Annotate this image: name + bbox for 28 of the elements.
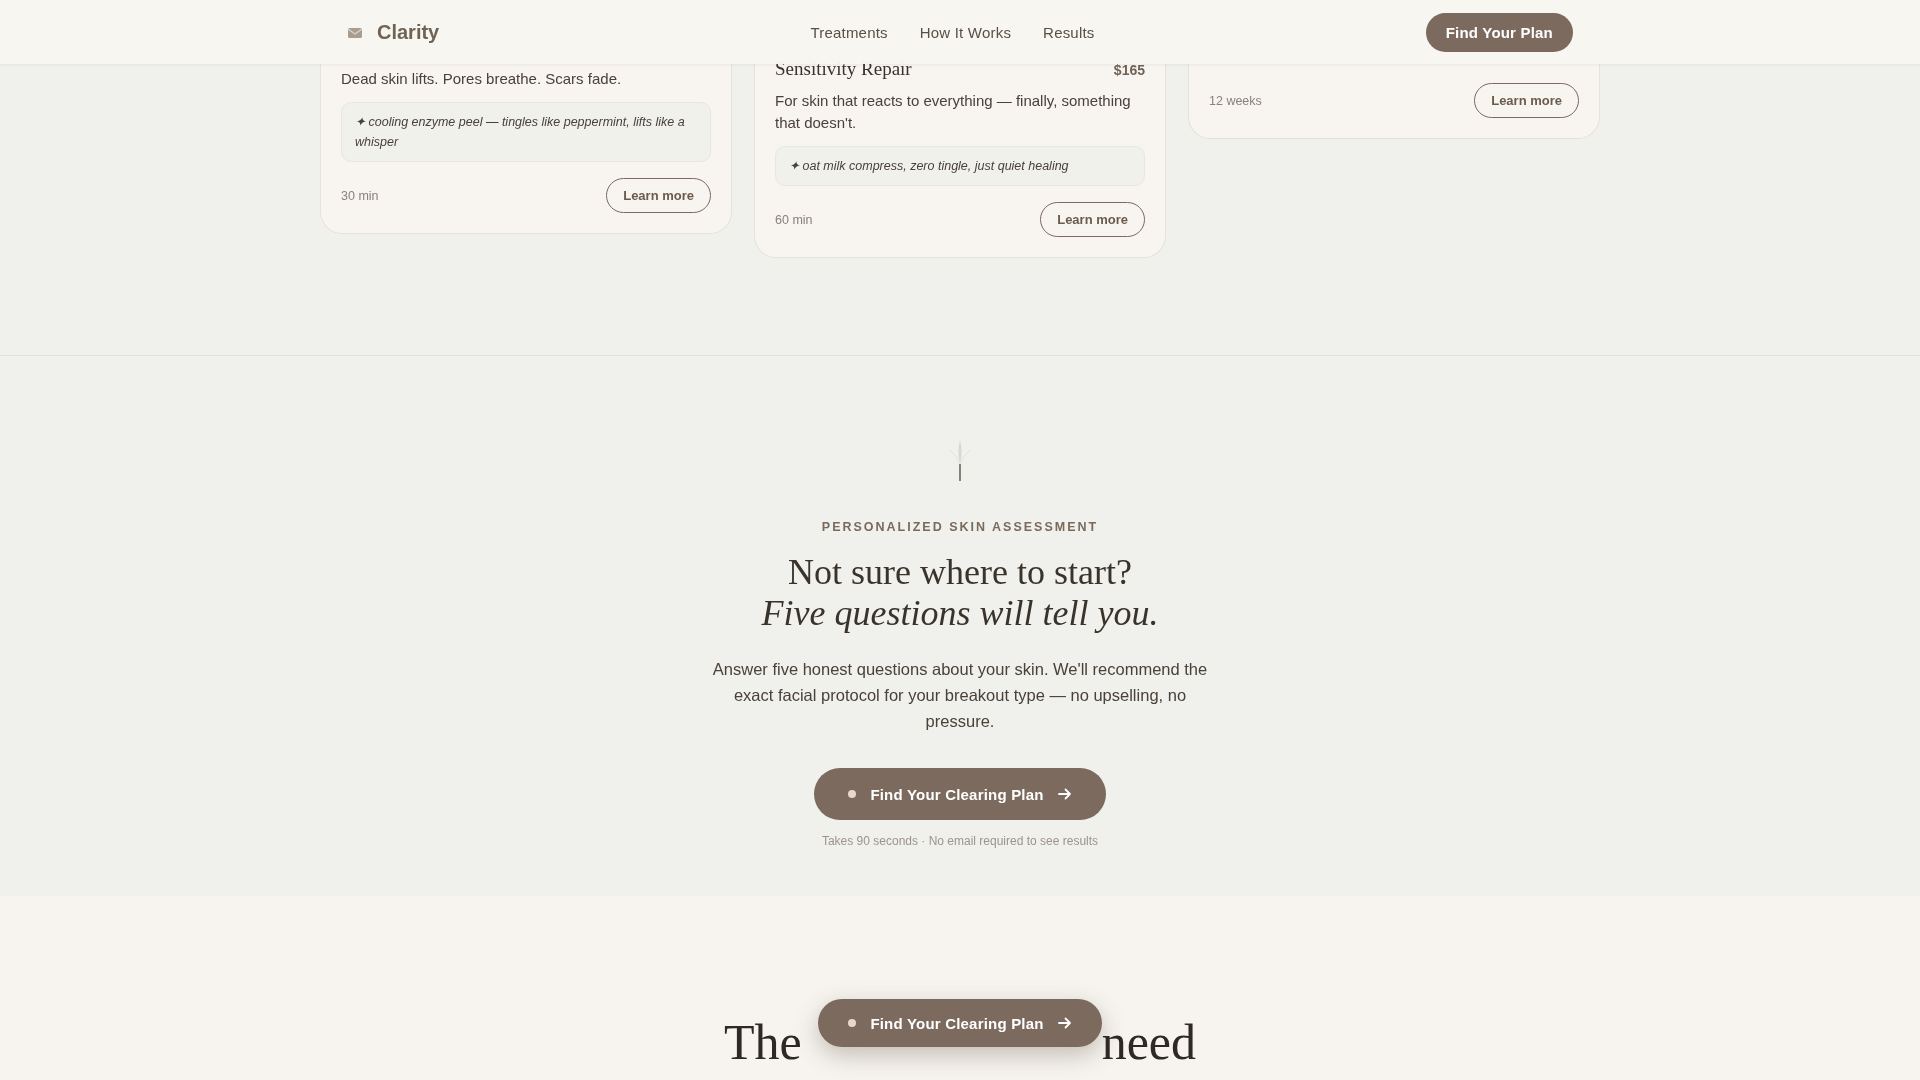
card-duration: 30 min bbox=[341, 188, 379, 203]
find-clearing-plan-button[interactable]: Find Your Clearing Plan bbox=[814, 768, 1106, 820]
footnote: Takes 90 seconds · No email required to see results bbox=[820, 834, 1100, 848]
section-heading: Five questions will tell you. bbox=[760, 593, 1160, 634]
section-heading: The bbox=[723, 1014, 802, 1070]
dot-icon bbox=[848, 790, 857, 798]
logo-text: Clarity bbox=[377, 20, 440, 44]
card-duration: 60 min bbox=[775, 212, 813, 227]
section-heading: need bbox=[1101, 1014, 1197, 1070]
section-eyebrow: PERSONALIZED SKIN ASSESSMENT bbox=[820, 520, 1100, 534]
card-note: ✦ cooling enzyme peel — tingles like peppermint, lifts like a whisper bbox=[341, 102, 711, 162]
section-description: Answer five honest questions about your skin. We'll recommend the exact facial protocol for your breakout type — no upselling, no pressure. bbox=[711, 659, 1209, 732]
arrow-right-icon bbox=[1057, 788, 1072, 800]
card-description: Dead skin lifts. Pores breathe. Scars fade. bbox=[341, 69, 623, 89]
card-note: ✦ oat milk compress, zero tingle, just quiet healing bbox=[775, 146, 1145, 186]
logo-icon bbox=[347, 25, 363, 39]
dot-icon bbox=[848, 1019, 857, 1027]
card-description: For skin that reacts to everything — finally, something that doesn't. bbox=[775, 91, 1132, 133]
card-duration: 12 weeks bbox=[1209, 93, 1262, 108]
nav-link[interactable]: Results bbox=[1043, 23, 1095, 41]
section-heading: Not sure where to start? bbox=[787, 552, 1133, 593]
find-plan-button[interactable]: Find Your Plan bbox=[1425, 12, 1573, 52]
card-title: Sensitivity Repair bbox=[775, 58, 912, 80]
nav-link[interactable]: How It Works bbox=[919, 23, 1012, 41]
floating-cta-button[interactable]: Find Your Clearing Plan bbox=[818, 999, 1102, 1047]
nav-link[interactable]: Treatments bbox=[810, 23, 888, 41]
card-price: $165 bbox=[1113, 62, 1145, 78]
arrow-right-icon bbox=[1057, 1017, 1072, 1029]
